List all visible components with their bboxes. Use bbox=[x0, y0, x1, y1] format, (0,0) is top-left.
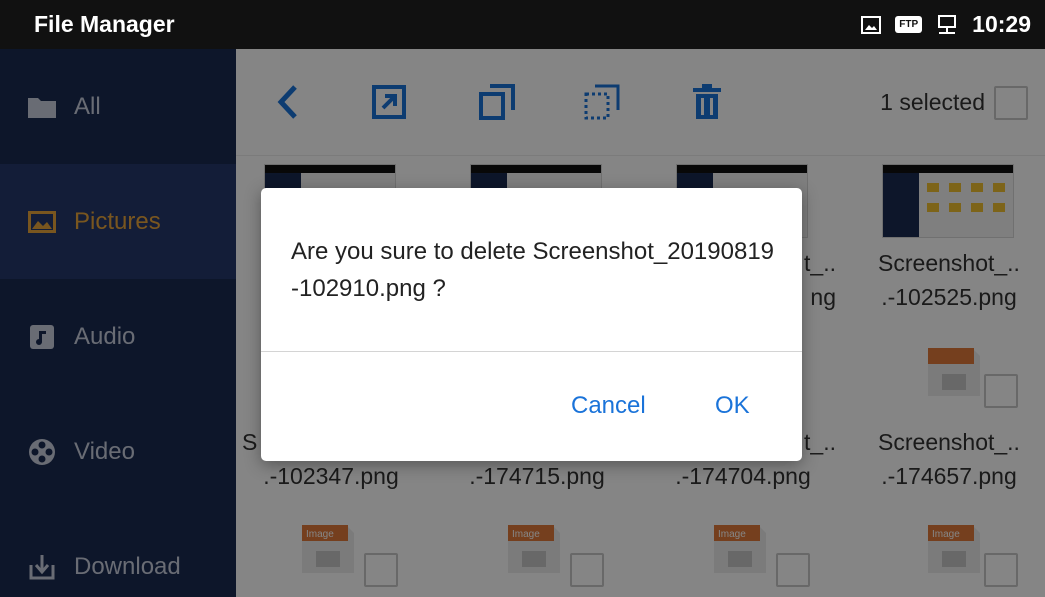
dialog-message: Are you sure to delete Screenshot_201908… bbox=[291, 238, 775, 302]
ftp-badge: FTP bbox=[895, 16, 923, 33]
app-title: File Manager bbox=[34, 11, 175, 37]
clock: 10:29 bbox=[972, 11, 1031, 37]
screenshot-icon bbox=[861, 15, 882, 34]
dialog-divider bbox=[261, 351, 802, 352]
network-icon bbox=[936, 14, 958, 35]
cancel-button[interactable]: Cancel bbox=[571, 392, 646, 420]
status-bar: File Manager FTP 10:29 bbox=[0, 0, 1045, 49]
ok-button[interactable]: OK bbox=[715, 392, 750, 420]
delete-confirm-dialog: Are you sure to delete Screenshot_201908… bbox=[261, 188, 802, 461]
status-icons: FTP 10:29 bbox=[861, 0, 1031, 49]
